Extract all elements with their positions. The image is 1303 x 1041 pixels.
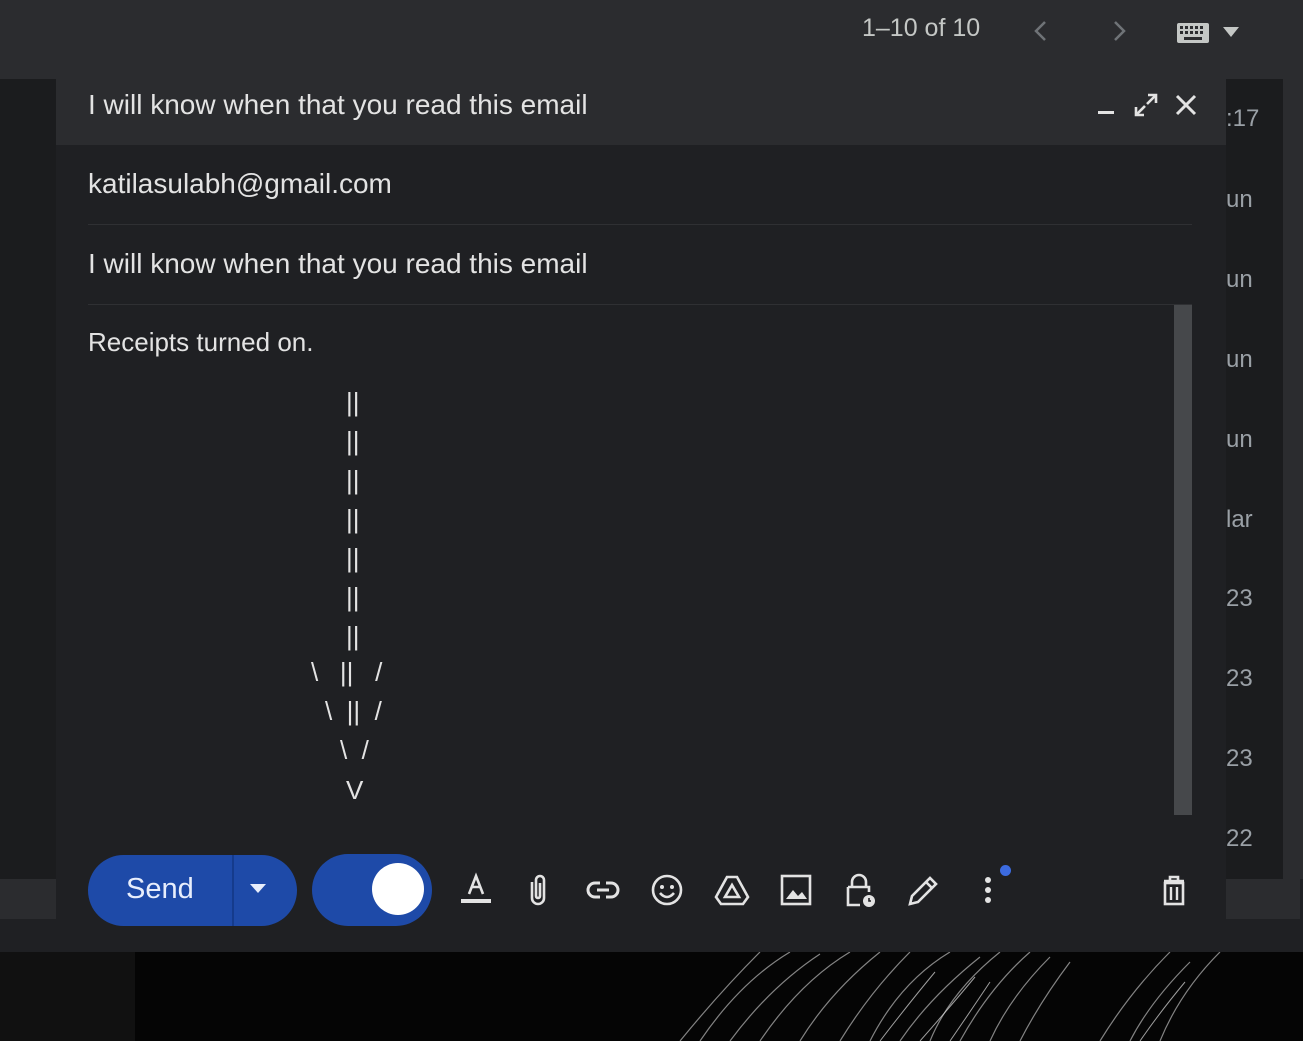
trash-icon[interactable] — [1156, 872, 1192, 908]
list-date: un — [1226, 346, 1253, 373]
list-date: 23 — [1226, 665, 1253, 692]
list-date: lar — [1226, 506, 1253, 533]
arrow-line: || — [346, 621, 360, 651]
arrow-line: || — [346, 582, 360, 612]
arrow-line: || — [346, 543, 360, 573]
body-text: Receipts turned on. — [88, 327, 314, 357]
recipient-chip[interactable]: katilasulabh@gmail.com — [88, 168, 392, 200]
arrow-line: \ || / — [325, 696, 382, 726]
arrow-line: \ / — [340, 735, 369, 765]
arrow-line: || — [346, 465, 360, 495]
keyboard-icon[interactable] — [1176, 22, 1210, 49]
wallpaper-dark-area — [0, 952, 135, 1041]
pagination-text: 1–10 of 10 — [862, 14, 981, 42]
arrow-line: || — [346, 387, 360, 417]
wallpaper-fur-image — [679, 952, 1221, 1041]
arrow-line: V — [346, 775, 364, 805]
list-date: :17 — [1226, 105, 1260, 132]
desktop-wallpaper — [0, 952, 1303, 1041]
arrow-line: || — [346, 504, 360, 534]
body-scrollbar[interactable] — [1174, 305, 1192, 815]
to-field[interactable]: katilasulabh@gmail.com — [88, 145, 1192, 225]
notification-dot — [1000, 865, 1011, 876]
list-date: 22 — [1226, 825, 1253, 852]
compose-window: I will know when that you read this emai… — [56, 79, 1226, 951]
send-button[interactable]: Send — [88, 855, 297, 926]
send-options-icon[interactable] — [248, 881, 268, 900]
message-body[interactable]: Receipts turned on. || || || || || || ||… — [88, 305, 1168, 835]
subject-input[interactable]: I will know when that you read this emai… — [88, 248, 588, 280]
image-icon[interactable] — [778, 872, 814, 908]
more-options-icon[interactable] — [970, 872, 1006, 908]
send-label: Send — [126, 873, 194, 905]
attach-icon[interactable] — [520, 872, 556, 908]
chevron-right-icon[interactable] — [1104, 16, 1134, 46]
subject-field[interactable]: I will know when that you read this emai… — [88, 225, 1192, 305]
minimize-icon[interactable] — [1092, 91, 1120, 119]
read-receipt-toggle[interactable] — [312, 854, 432, 926]
confidential-lock-icon[interactable] — [842, 872, 878, 908]
compose-toolbar: Send — [88, 854, 1208, 929]
arrow-line: || — [346, 426, 360, 456]
signature-pen-icon[interactable] — [906, 872, 942, 908]
input-tools-dropdown-icon[interactable] — [1222, 25, 1240, 43]
arrow-line: \ || / — [311, 657, 383, 687]
background-edge — [1283, 79, 1303, 879]
compose-header[interactable]: I will know when that you read this emai… — [56, 79, 1226, 145]
expand-icon[interactable] — [1132, 91, 1160, 119]
link-icon[interactable] — [585, 872, 621, 908]
top-bar: 1–10 of 10 — [0, 0, 1303, 79]
close-icon[interactable] — [1172, 91, 1200, 119]
list-date: un — [1226, 266, 1253, 293]
chevron-left-icon[interactable] — [1026, 16, 1056, 46]
list-date: 23 — [1226, 745, 1253, 772]
text-format-icon[interactable] — [458, 872, 494, 908]
emoji-icon[interactable] — [649, 872, 685, 908]
toggle-knob — [372, 863, 424, 915]
list-date: un — [1226, 426, 1253, 453]
list-date: 23 — [1226, 585, 1253, 612]
compose-title: I will know when that you read this emai… — [88, 89, 588, 120]
drive-icon[interactable] — [714, 872, 750, 908]
list-date: un — [1226, 186, 1253, 213]
send-divider — [232, 855, 234, 926]
